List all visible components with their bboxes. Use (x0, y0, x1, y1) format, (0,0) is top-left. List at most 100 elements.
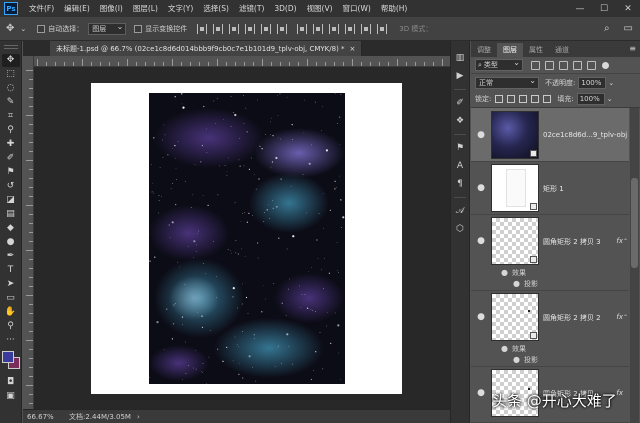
menu-image[interactable]: 图像(I) (95, 3, 128, 14)
tab-layers[interactable]: 图层 (497, 43, 523, 57)
layer-row[interactable]: ● 矩形 1 (471, 162, 629, 215)
opacity-field[interactable]: 100% (578, 76, 607, 89)
layers-scrollbar[interactable] (630, 108, 639, 423)
align-hcenter-icon[interactable] (261, 23, 272, 34)
brush-presets-icon[interactable]: ❖ (452, 114, 468, 128)
lasso-tool-icon[interactable]: ◌ (2, 82, 20, 95)
menu-window[interactable]: 窗口(W) (338, 3, 376, 14)
menu-3d[interactable]: 3D(D) (269, 4, 301, 13)
lock-all-icon[interactable] (543, 95, 552, 103)
tab-close-icon[interactable]: × (350, 45, 356, 53)
layer-name[interactable]: 圆角矩形 2 拷贝 3 (543, 237, 601, 247)
toolbar-grip[interactable] (3, 45, 18, 49)
horizontal-ruler[interactable] (23, 56, 450, 67)
search-icon[interactable]: ⌕ (604, 23, 610, 34)
path-select-tool-icon[interactable]: ➤ (2, 278, 20, 291)
eraser-tool-icon[interactable]: ◪ (2, 194, 20, 207)
type-tool-icon[interactable]: T (2, 264, 20, 277)
menu-type[interactable]: 文字(Y) (163, 3, 198, 14)
scrollbar-thumb[interactable] (631, 178, 638, 268)
chevron-down-icon[interactable]: ⌄ (608, 79, 614, 87)
more-tools-icon[interactable]: ··· (2, 334, 20, 347)
distribute-left-icon[interactable] (345, 23, 356, 34)
visibility-eye-icon[interactable]: ● (476, 130, 486, 140)
lock-image-icon[interactable] (507, 95, 516, 103)
shape-filter-icon[interactable] (573, 60, 582, 70)
layer-kind-filter[interactable]: ⌕ 类型 (475, 58, 523, 71)
visibility-eye-icon[interactable]: ● (476, 388, 486, 398)
glyphs-panel-icon[interactable]: 𝒜 (452, 204, 468, 218)
zoom-tool-icon[interactable]: ⚲ (2, 320, 20, 333)
zoom-level[interactable]: 66.67% (23, 413, 55, 421)
menu-help[interactable]: 帮助(H) (376, 3, 413, 14)
clone-stamp-tool-icon[interactable]: ⚑ (2, 166, 20, 179)
align-bottom-icon[interactable] (229, 23, 240, 34)
minimize-button[interactable]: — (568, 0, 592, 17)
distribute-vcenter-icon[interactable] (313, 23, 324, 34)
auto-select-dropdown[interactable]: 图层 (88, 22, 127, 35)
document-tab[interactable]: 未标题-1.psd @ 66.7% (02ce1c8d6d014bbb9f9cb… (50, 41, 363, 56)
paragraph-panel-icon[interactable]: ¶ (452, 177, 468, 191)
quick-select-tool-icon[interactable]: ✎ (2, 96, 20, 109)
layer-name[interactable]: 矩形 1 (543, 184, 564, 194)
menu-edit[interactable]: 编辑(E) (59, 3, 95, 14)
distribute-bottom-icon[interactable] (329, 23, 340, 34)
move-tool-icon[interactable]: ✥ (1, 53, 20, 67)
smart-object-filter-icon[interactable] (587, 60, 596, 70)
type-filter-icon[interactable] (559, 60, 568, 70)
align-top-icon[interactable] (197, 23, 208, 34)
layer-name[interactable]: 圆角矩形 2 拷贝 2 (543, 313, 601, 323)
menu-filter[interactable]: 滤镜(T) (234, 3, 269, 14)
workspace-icon[interactable]: ▭ (624, 23, 633, 34)
hand-tool-icon[interactable]: ✋ (2, 306, 20, 319)
menu-select[interactable]: 选择(S) (198, 3, 234, 14)
menu-file[interactable]: 文件(F) (24, 3, 59, 14)
adjustment-filter-icon[interactable] (545, 60, 554, 70)
effects-row[interactable]: ● 效果 (501, 344, 526, 354)
actions-panel-icon[interactable]: ▶ (452, 69, 468, 83)
crop-tool-icon[interactable]: ⌗ (2, 110, 20, 123)
blend-mode-dropdown[interactable]: 正常 (475, 76, 539, 89)
lock-position-icon[interactable] (519, 95, 528, 103)
distribute-top-icon[interactable] (297, 23, 308, 34)
canvas-area[interactable] (23, 56, 450, 409)
align-left-icon[interactable] (245, 23, 256, 34)
screen-mode-icon[interactable]: ▣ (2, 389, 20, 402)
tab-channels[interactable]: 通道 (549, 43, 575, 57)
menu-view[interactable]: 视图(V) (302, 3, 338, 14)
move-icon[interactable]: ✥ (6, 23, 14, 34)
history-brush-tool-icon[interactable]: ↺ (2, 180, 20, 193)
layer-row[interactable]: ● 圆角矩形 2 拷贝 2 fx ⌃ ● 效果 ● 投影 (471, 291, 629, 367)
lock-transparent-icon[interactable] (495, 95, 504, 103)
pen-tool-icon[interactable]: ✒ (2, 250, 20, 263)
menu-layer[interactable]: 图层(L) (128, 3, 163, 14)
galaxy-image[interactable] (149, 93, 345, 384)
clone-source-icon[interactable]: ⚑ (452, 141, 468, 155)
effect-eye-icon[interactable]: ● (501, 344, 508, 353)
align-vcenter-icon[interactable] (213, 23, 224, 34)
chevron-down-icon[interactable]: ⌃ (623, 238, 628, 245)
chevron-down-icon[interactable]: ⌄ (607, 95, 613, 103)
brush-panel-icon[interactable]: ✐ (452, 96, 468, 110)
marquee-tool-icon[interactable]: ⬚ (2, 68, 20, 81)
pixel-filter-icon[interactable] (531, 60, 540, 70)
visibility-eye-icon[interactable]: ● (476, 236, 486, 246)
layer-name[interactable]: 02ce1c8d6d...9_tplv-obj (543, 131, 627, 139)
close-button[interactable]: ✕ (616, 0, 640, 17)
3d-panel-icon[interactable]: ⬡ (452, 222, 468, 236)
effect-eye-icon[interactable]: ● (513, 279, 520, 288)
healing-brush-tool-icon[interactable]: ✚ (2, 138, 20, 151)
auto-select-checkbox[interactable] (37, 24, 46, 33)
visibility-eye-icon[interactable]: ● (476, 312, 486, 322)
drop-shadow-row[interactable]: ● 投影 (513, 355, 538, 365)
brush-tool-icon[interactable]: ✐ (2, 152, 20, 165)
status-menu-arrow[interactable]: › (137, 413, 140, 421)
show-transform-checkbox[interactable] (134, 24, 143, 33)
fx-badge[interactable]: fx (616, 389, 623, 397)
fill-field[interactable]: 100% (576, 93, 605, 105)
vertical-ruler[interactable] (23, 56, 34, 409)
distribute-right-icon[interactable] (377, 23, 388, 34)
rectangle-tool-icon[interactable]: ▭ (2, 292, 20, 305)
eyedropper-tool-icon[interactable]: ⚲ (2, 124, 20, 137)
drop-shadow-row[interactable]: ● 投影 (513, 279, 538, 289)
